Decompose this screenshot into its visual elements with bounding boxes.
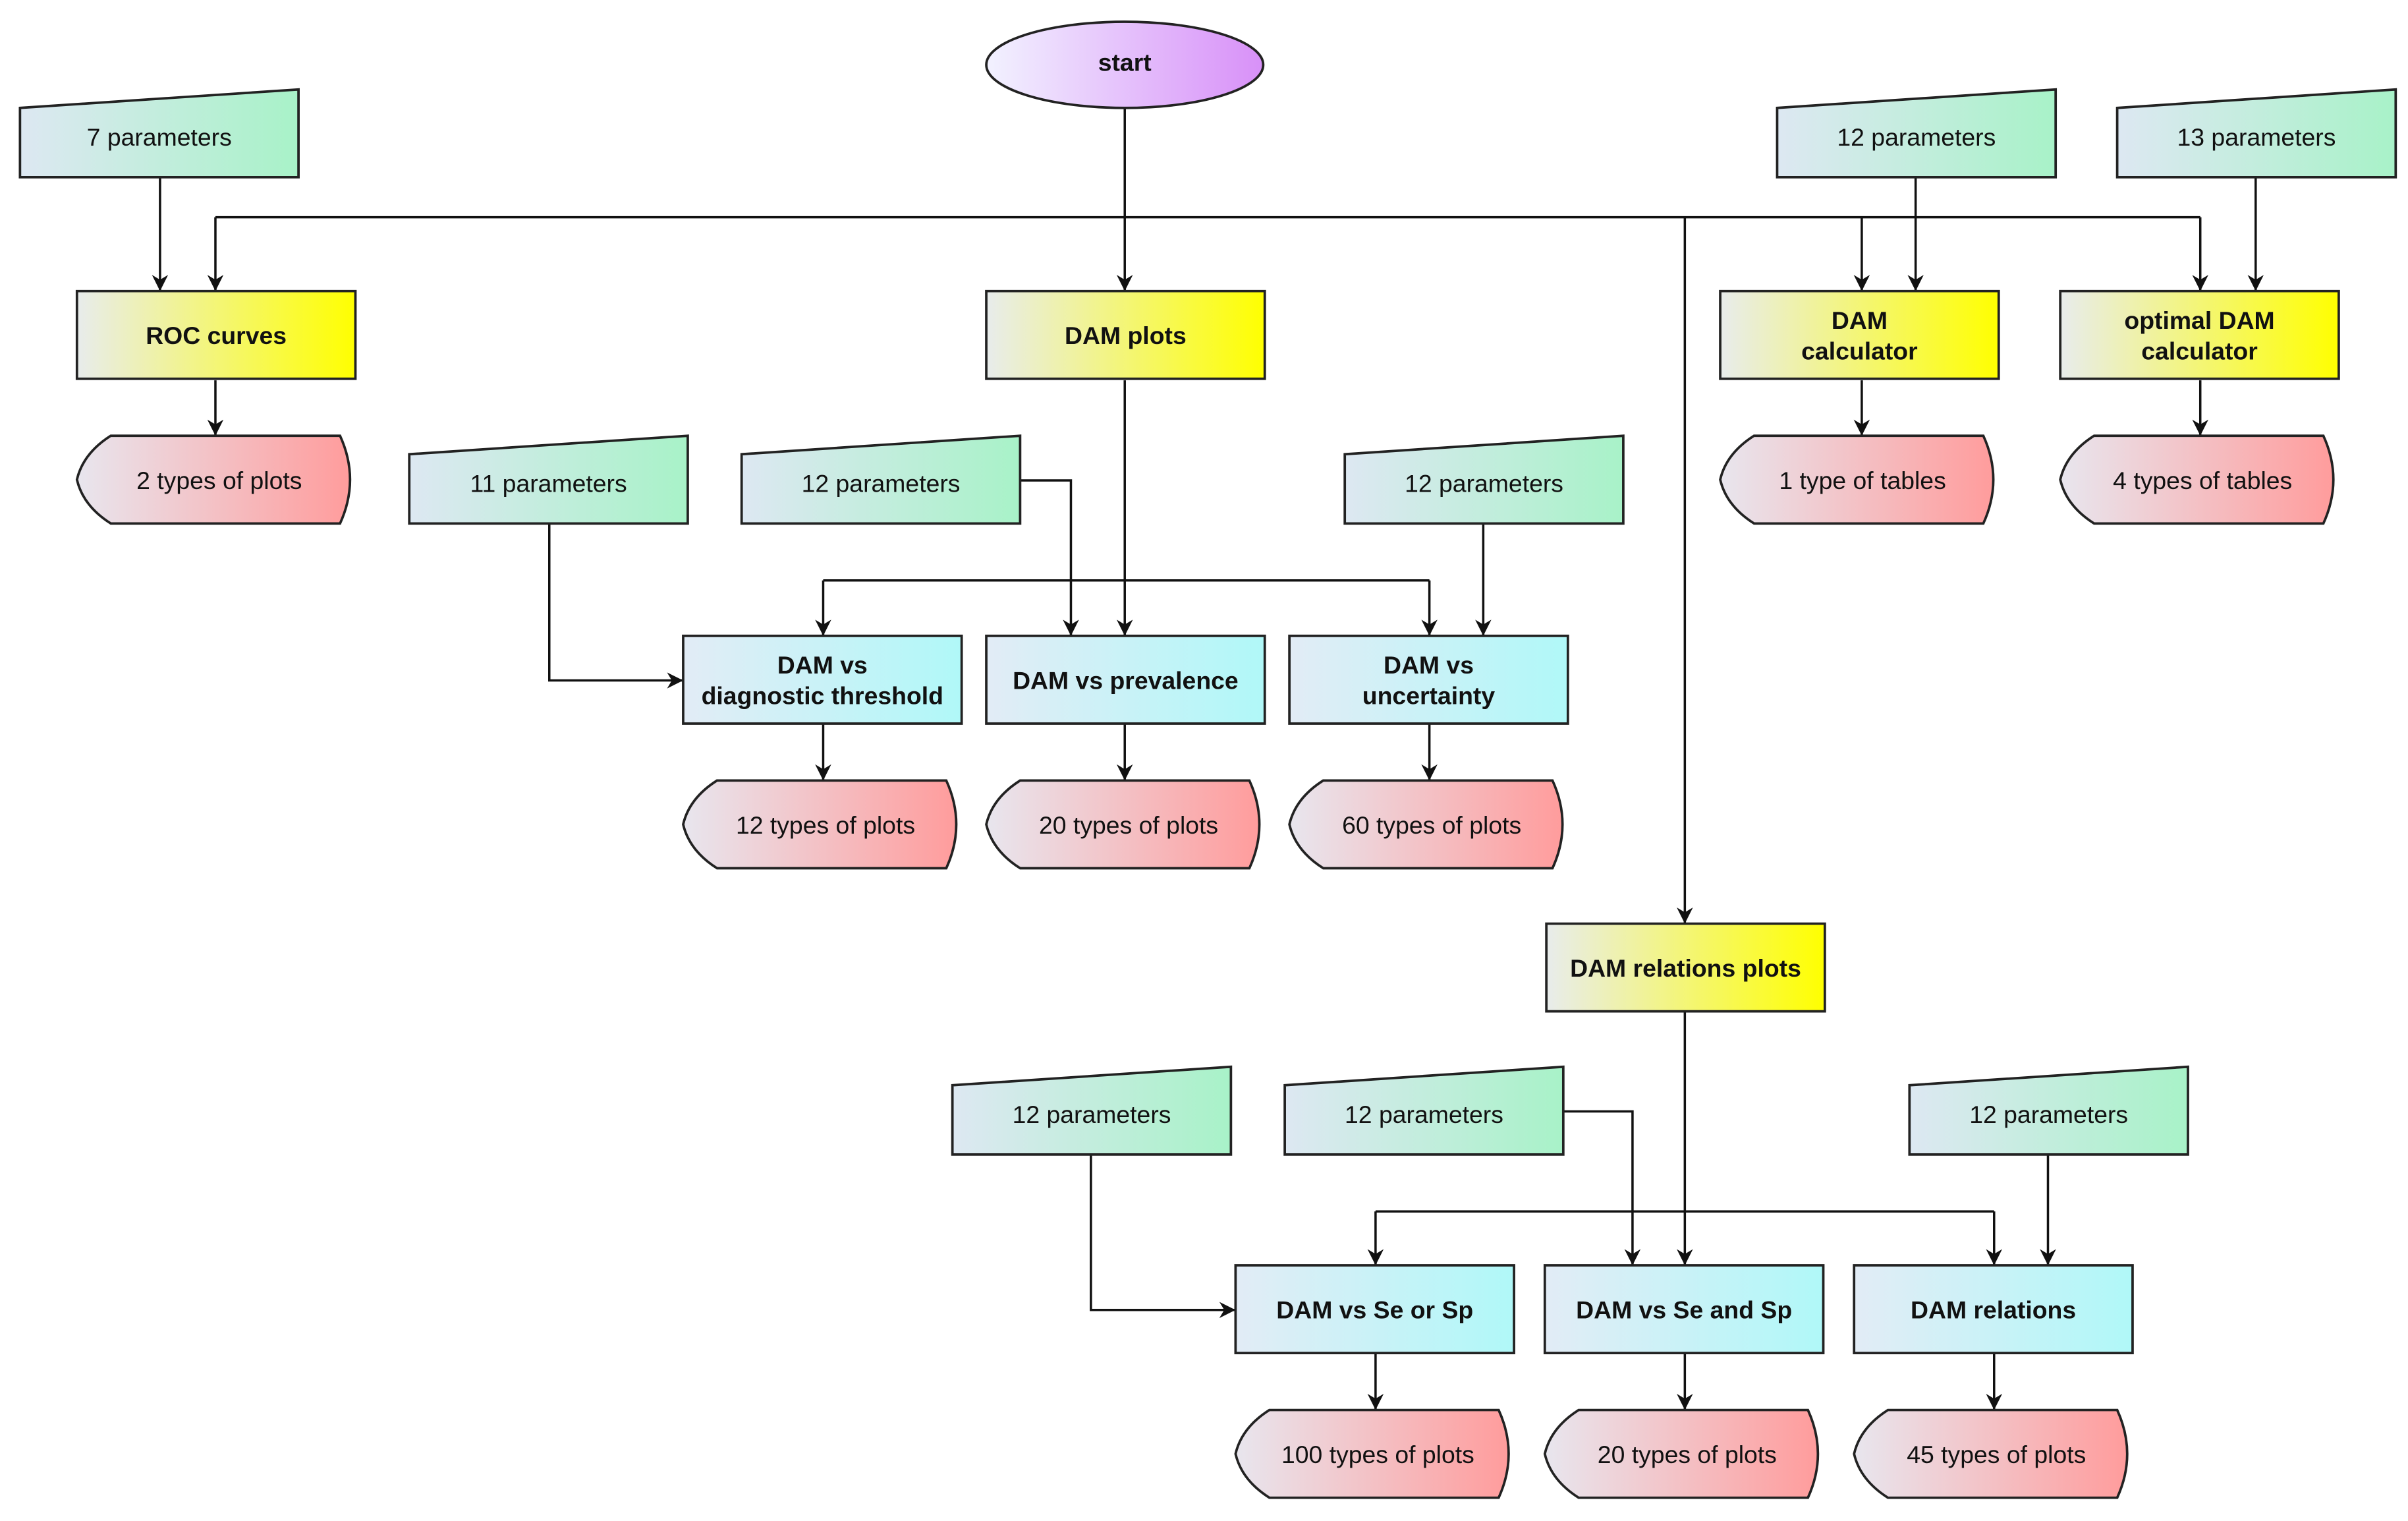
node-label: DAM vs <box>1384 651 1474 679</box>
parameters-p12e[interactable]: 12 parameters <box>1283 1065 1565 1156</box>
node-label: 20 types of plots <box>1039 811 1218 839</box>
submodules-thresh[interactable]: DAM vs diagnostic threshold <box>682 634 963 725</box>
node-label: 12 parameters <box>1345 1101 1503 1128</box>
parameters-p13[interactable]: 13 parameters <box>2115 88 2397 179</box>
submodules-prev[interactable]: DAM vs prevalence <box>985 634 1266 725</box>
node-label: 12 parameters <box>802 469 961 497</box>
node-label: 60 types of plots <box>1342 811 1521 839</box>
node-label: 20 types of plots <box>1598 1441 1777 1468</box>
outputs-o4t[interactable]: 4 types of tables <box>2059 434 2335 525</box>
outputs-o20b[interactable]: 20 types of plots <box>1543 1408 1820 1499</box>
node-label: calculator <box>1801 337 1918 365</box>
arrow-connector <box>548 523 683 689</box>
node-label: 13 parameters <box>2177 123 2336 151</box>
node-label: uncertainty <box>1362 682 1496 710</box>
node-label: 7 parameters <box>87 123 232 151</box>
node-label: 2 types of plots <box>136 467 302 494</box>
node-label: 11 parameters <box>470 469 627 497</box>
modules-roc[interactable]: ROC curves <box>75 289 357 380</box>
parameters-p7[interactable]: 7 parameters <box>18 88 300 179</box>
node-label: DAM relations plots <box>1570 954 1801 982</box>
outputs-o60[interactable]: 60 types of plots <box>1288 779 1564 870</box>
node-label: diagnostic threshold <box>702 682 943 710</box>
node-label: 12 types of plots <box>736 811 915 839</box>
submodule-shape <box>682 634 963 725</box>
node-label: 12 parameters <box>1013 1101 1171 1128</box>
arrow-connector <box>1090 1154 1236 1319</box>
submodules-rel[interactable]: DAM relations <box>1853 1264 2134 1355</box>
outputs-o100[interactable]: 100 types of plots <box>1234 1408 1510 1499</box>
node-label: DAM <box>1832 306 1888 334</box>
node-label: calculator <box>2141 337 2258 365</box>
module-shape <box>1719 289 2000 380</box>
node-label: DAM vs Se and Sp <box>1576 1296 1792 1324</box>
node-label: DAM relations <box>1911 1296 2076 1324</box>
flowchart: 7 parameters 12 parameters 13 parameters 11… <box>0 0 2408 1521</box>
outputs-o2[interactable]: 2 types of plots <box>75 434 352 525</box>
node-label: 4 types of tables <box>2113 467 2292 494</box>
arrow-connector <box>1019 479 1079 636</box>
modules-damcalc[interactable]: DAM calculator <box>1719 289 2000 380</box>
submodule-shape <box>1288 634 1569 725</box>
node-label: ROC curves <box>146 322 287 349</box>
submodules-unc[interactable]: DAM vs uncertainty <box>1288 634 1569 725</box>
node-label: 12 parameters <box>1969 1101 2128 1128</box>
node-label: 12 parameters <box>1405 469 1563 497</box>
outputs-o12[interactable]: 12 types of plots <box>682 779 958 870</box>
module-shape <box>2059 289 2340 380</box>
parameters-p12f[interactable]: 12 parameters <box>1908 1065 2189 1156</box>
modules-relplots[interactable]: DAM relations plots <box>1545 922 1826 1013</box>
parameters-p11[interactable]: 11 parameters <box>408 434 689 525</box>
node-label: 1 type of tables <box>1779 467 1946 494</box>
outputs-o45[interactable]: 45 types of plots <box>1853 1408 2129 1499</box>
parameters-p12a[interactable]: 12 parameters <box>1776 88 2058 179</box>
submodules-seorsp[interactable]: DAM vs Se or Sp <box>1234 1264 1515 1355</box>
node-label: optimal DAM <box>2124 306 2274 334</box>
parameters-p12b[interactable]: 12 parameters <box>740 434 1022 525</box>
parameters-p12c[interactable]: 12 parameters <box>1343 434 1625 525</box>
parameters-p12d[interactable]: 12 parameters <box>951 1065 1233 1156</box>
nodes: 7 parameters 12 parameters 13 parameters 11… <box>18 20 2397 1499</box>
node-label: 12 parameters <box>1837 123 1996 151</box>
flowchart-canvas: 7 parameters 12 parameters 13 parameters 11… <box>18 20 2397 1499</box>
outputs-o20[interactable]: 20 types of plots <box>985 779 1261 870</box>
start-terminator[interactable]: start <box>985 20 1265 109</box>
node-label: DAM vs Se or Sp <box>1276 1296 1473 1324</box>
submodules-seandsp[interactable]: DAM vs Se and Sp <box>1543 1264 1825 1355</box>
node-label: start <box>1098 49 1152 76</box>
node-label: DAM plots <box>1065 322 1187 349</box>
modules-damplots[interactable]: DAM plots <box>985 289 1266 380</box>
outputs-o1t[interactable]: 1 type of tables <box>1719 434 1995 525</box>
node-label: 45 types of plots <box>1907 1441 2086 1468</box>
node-label: DAM vs prevalence <box>1013 666 1239 694</box>
modules-optcalc[interactable]: optimal DAM calculator <box>2059 289 2340 380</box>
node-label: DAM vs <box>777 651 868 679</box>
node-label: 100 types of plots <box>1281 1441 1474 1468</box>
arrow-connector <box>1561 1110 1641 1266</box>
